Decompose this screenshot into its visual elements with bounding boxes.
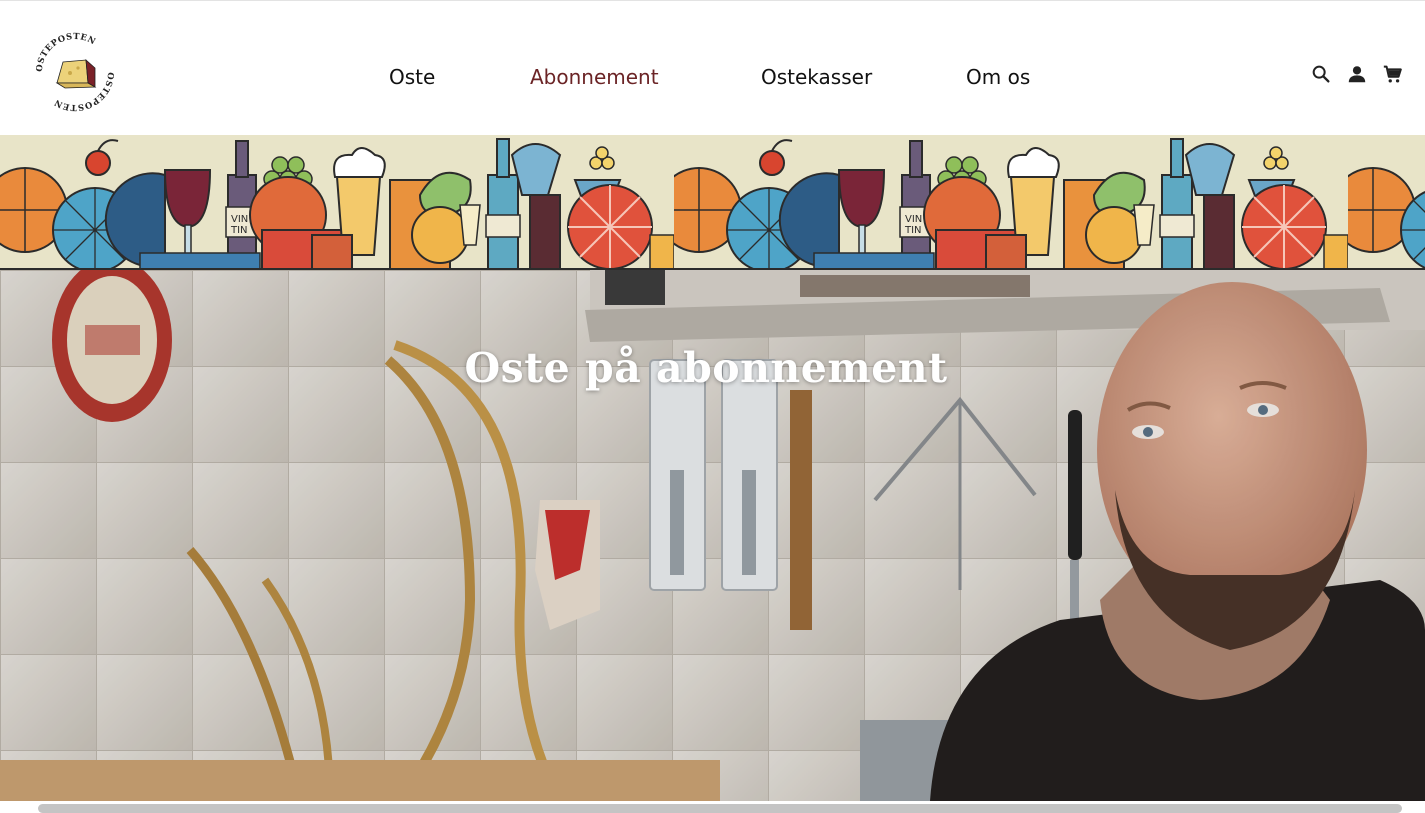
nav-item-ostekasser[interactable]: Ostekasser <box>761 65 872 89</box>
search-icon[interactable] <box>1310 63 1332 85</box>
header-icons <box>1310 63 1410 87</box>
account-icon[interactable] <box>1346 63 1368 85</box>
food-wine-illustration: VIN TIN <box>0 135 1425 270</box>
site-header: OSTEPOSTEN OSTEPOSTEN Oste Abonnement Os… <box>0 0 1425 135</box>
cart-icon[interactable] <box>1382 63 1404 85</box>
scrollbar-thumb[interactable] <box>38 804 1402 813</box>
logo-emblem-icon: OSTEPOSTEN OSTEPOSTEN <box>34 31 116 113</box>
horizontal-scrollbar[interactable] <box>0 801 1425 813</box>
page: OSTEPOSTEN OSTEPOSTEN Oste Abonnement Os… <box>0 0 1425 813</box>
hero-title: Oste på abonnement <box>464 344 948 392</box>
illustration-banner: VIN TIN <box>0 135 1425 270</box>
hero-section: Oste på abonnement <box>0 270 1425 801</box>
logo[interactable]: OSTEPOSTEN OSTEPOSTEN <box>32 31 118 113</box>
nav-item-abonnement[interactable]: Abonnement <box>530 65 659 89</box>
nav-item-om-os[interactable]: Om os <box>966 65 1030 89</box>
nav-item-oste[interactable]: Oste <box>389 65 435 89</box>
